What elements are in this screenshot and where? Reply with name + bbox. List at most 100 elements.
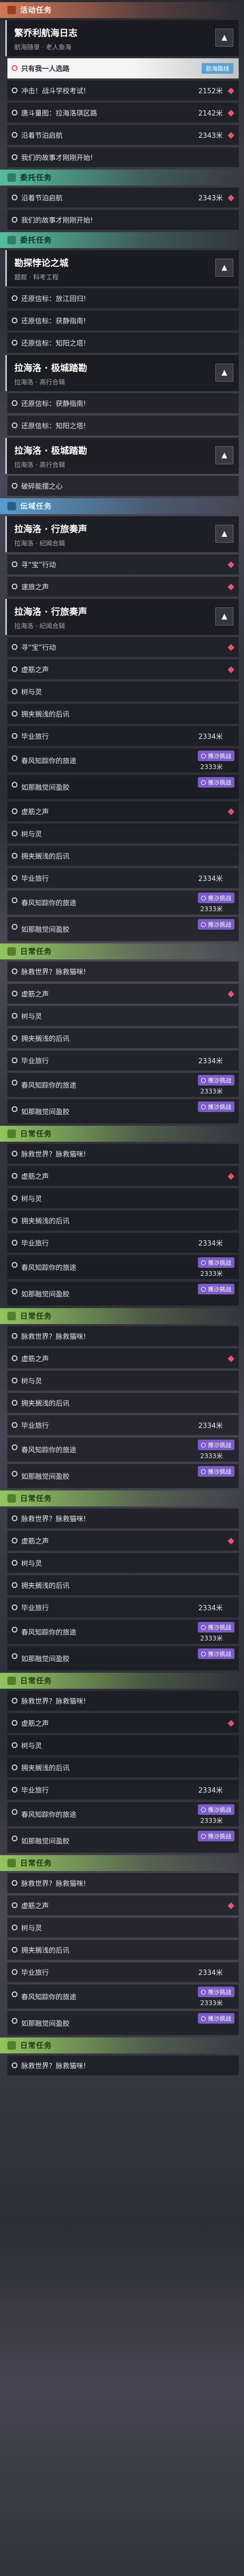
quest-objective-row[interactable]: 虚筋之声	[7, 984, 239, 1004]
quest-chain-header[interactable]: 繁乔利航海日志 航海随录 · 老人鱼海 ▲	[5, 20, 239, 56]
quest-chain-header[interactable]: 拉海洛 · 行旅奏声 拉海洛 · 纪闻合辑 ▲	[5, 599, 239, 635]
quest-objective-row[interactable]: 拥夹搁浅的后讯	[7, 704, 239, 724]
quest-objective-row[interactable]: 毕业旅行 2334米	[7, 868, 239, 888]
quest-objective-row[interactable]: 拥夹搁浅的后讯	[7, 1575, 239, 1595]
challenge-badge[interactable]: 推沙挑战	[198, 1622, 234, 1633]
navigate-badge[interactable]: 航海路线	[202, 63, 233, 74]
quest-objective-row[interactable]: 寻“宝”行动	[7, 554, 239, 575]
challenge-badge[interactable]: 推沙挑战	[198, 1075, 234, 1086]
quest-objective-row[interactable]: 拥夹搁浅的后讯	[7, 1393, 239, 1413]
quest-objective-row[interactable]: 春风知踪你的旅途 推沙挑战 2333米	[7, 1073, 239, 1097]
collapse-toggle-button[interactable]: ▲	[215, 29, 233, 47]
quest-objective-row[interactable]: 春风知踪你的旅途 推沙挑战 2333米	[7, 1802, 239, 1827]
map-marker-icon[interactable]	[228, 195, 234, 201]
quest-objective-row[interactable]: 速旅之声	[7, 577, 239, 597]
quest-objective-row[interactable]: 毕业旅行 2334米	[7, 1051, 239, 1071]
section-header-daily[interactable]: 日常任务	[0, 1308, 244, 1324]
quest-objective-row[interactable]: 如那融觉间盈胶 推沙挑战	[7, 1646, 239, 1671]
quest-objective-row[interactable]: 唐斗量图：拉海洛琪区路 2142米	[7, 103, 239, 123]
quest-objective-row[interactable]: 春风知踪你的旅途 推沙挑战 2333米	[7, 748, 239, 773]
challenge-badge[interactable]: 推沙挑战	[198, 751, 234, 761]
quest-objective-row[interactable]: 还原信标：知阳之塔!	[7, 333, 239, 353]
quest-objective-row[interactable]: 脉救世界？脉救猫咪!	[7, 1144, 239, 1164]
quest-objective-row[interactable]: 还原信标：获静指南!	[7, 311, 239, 331]
section-header-daily[interactable]: 日常任务	[0, 943, 244, 959]
section-header-daily[interactable]: 日常任务	[0, 1673, 244, 1689]
section-header-daily[interactable]: 日常任务	[0, 1855, 244, 1871]
quest-objective-row[interactable]: 脉救世界？脉救猫咪!	[7, 961, 239, 982]
quest-objective-row[interactable]: 沿着节泊启航 2343米	[7, 188, 239, 208]
quest-objective-row[interactable]: 毕业旅行 2334米	[7, 1233, 239, 1253]
collapse-toggle-button[interactable]: ▲	[215, 607, 233, 625]
quest-objective-row[interactable]: 树与灵	[7, 1735, 239, 1755]
collapse-toggle-button[interactable]: ▲	[215, 259, 233, 277]
quest-objective-row[interactable]: 拥夹搁浅的后讯	[7, 1940, 239, 1960]
quest-objective-row[interactable]: 春风知踪你的旅途 推沙挑战 2333米	[7, 1255, 239, 1280]
section-header-invite[interactable]: 伝域任务	[0, 498, 244, 514]
quest-objective-row[interactable]: 脉救世界？脉救猫咪!	[7, 2055, 239, 2076]
challenge-badge[interactable]: 推沙挑战	[198, 1466, 234, 1477]
section-header-comm[interactable]: 委托任务	[0, 170, 244, 186]
quest-objective-row[interactable]: 如那融觉间盈胶 推沙挑战	[7, 1464, 239, 1488]
quest-objective-row[interactable]: 虚筋之声	[7, 659, 239, 680]
challenge-badge[interactable]: 推沙挑战	[198, 777, 234, 788]
challenge-badge[interactable]: 推沙挑战	[198, 1257, 234, 1268]
quest-objective-row[interactable]: 只有我一人选路 航海路线	[7, 58, 239, 78]
quest-objective-row[interactable]: 春风知踪你的旅途 推沙挑战 2333米	[7, 1984, 239, 2009]
collapse-toggle-button[interactable]: ▲	[215, 446, 233, 464]
map-marker-icon[interactable]	[228, 132, 234, 139]
quest-objective-row[interactable]: 破碎能摆之心	[7, 476, 239, 496]
quest-objective-row[interactable]: 虚筋之声	[7, 1166, 239, 1186]
quest-objective-row[interactable]: 还原信标：放江回归!	[7, 288, 239, 308]
quest-objective-row[interactable]: 毕业旅行 2334米	[7, 1780, 239, 1800]
quest-objective-row[interactable]: 如那融觉间盈胶 推沙挑战	[7, 1282, 239, 1306]
collapse-toggle-button[interactable]: ▲	[215, 525, 233, 543]
quest-chain-header[interactable]: 拉海洛 · 极城踏勘 拉海洛 · 高行合辑 ▲	[5, 438, 239, 474]
quest-objective-row[interactable]: 毕业旅行 2334米	[7, 1415, 239, 1435]
challenge-badge[interactable]: 推沙挑战	[198, 1101, 234, 1112]
quest-objective-row[interactable]: 如那融觉间盈胶 推沙挑战	[7, 1829, 239, 1853]
section-header-daily[interactable]: 日常任务	[0, 1126, 244, 1142]
section-header-daily[interactable]: 日常任务	[0, 2037, 244, 2053]
quest-objective-row[interactable]: 树与灵	[7, 682, 239, 702]
quest-chain-header[interactable]: 拉海洛 · 行旅奏声 拉海洛 · 纪闻合辑 ▲	[5, 516, 239, 552]
quest-objective-row[interactable]: 拥夹搁浅的后讯	[7, 846, 239, 866]
quest-objective-row[interactable]: 拥夹搁浅的后讯	[7, 1758, 239, 1778]
quest-chain-header[interactable]: 拉海洛 · 极城踏勘 拉海洛 · 高行合辑 ▲	[5, 355, 239, 391]
quest-objective-row[interactable]: 春风知踪你的旅途 推沙挑战 2333米	[7, 1437, 239, 1462]
quest-objective-row[interactable]: 拥夹搁浅的后讯	[7, 1211, 239, 1231]
quest-objective-row[interactable]: 毕业旅行 2334米	[7, 1598, 239, 1618]
quest-objective-row[interactable]: 脉救世界？脉救猫咪!	[7, 1691, 239, 1711]
challenge-badge[interactable]: 推沙挑战	[198, 1284, 234, 1294]
quest-objective-row[interactable]: 如那融觉间盈胶 推沙挑战	[7, 775, 239, 799]
section-header-comm[interactable]: 委托任务	[0, 232, 244, 248]
collapse-toggle-button[interactable]: ▲	[215, 364, 233, 382]
challenge-badge[interactable]: 推沙挑战	[198, 919, 234, 930]
challenge-badge[interactable]: 推沙挑战	[198, 1648, 234, 1659]
quest-objective-row[interactable]: 春风知踪你的旅途 推沙挑战 2333米	[7, 890, 239, 915]
quest-objective-row[interactable]: 我们的故事才刚刚开始!	[7, 147, 239, 167]
quest-objective-row[interactable]: 树与灵	[7, 1006, 239, 1026]
quest-objective-row[interactable]: 脉救世界？脉救猫咪!	[7, 1873, 239, 1893]
quest-objective-row[interactable]: 寻“宝”行动	[7, 637, 239, 657]
quest-objective-row[interactable]: 树与灵	[7, 824, 239, 844]
quest-objective-row[interactable]: 虚筋之声	[7, 1531, 239, 1551]
map-marker-icon[interactable]	[228, 87, 234, 94]
quest-objective-row[interactable]: 虚筋之声	[7, 1895, 239, 1916]
challenge-badge[interactable]: 推沙挑战	[198, 1440, 234, 1450]
quest-objective-row[interactable]: 脉救世界？脉救猫咪!	[7, 1508, 239, 1529]
quest-objective-row[interactable]: 如那融觉间盈胶 推沙挑战	[7, 2011, 239, 2035]
quest-objective-row[interactable]: 我们的故事才刚刚开始!	[7, 210, 239, 230]
quest-objective-row[interactable]: 虚筋之声	[7, 801, 239, 822]
quest-objective-row[interactable]: 虚筋之声	[7, 1348, 239, 1369]
challenge-badge[interactable]: 推沙挑战	[198, 893, 234, 903]
quest-objective-row[interactable]: 脉救世界？脉救猫咪!	[7, 1326, 239, 1346]
quest-objective-row[interactable]: 树与灵	[7, 1188, 239, 1208]
challenge-badge[interactable]: 推沙挑战	[198, 1831, 234, 1841]
section-header-daily[interactable]: 日常任务	[0, 1490, 244, 1506]
quest-objective-row[interactable]: 毕业旅行 2334米	[7, 726, 239, 746]
quest-objective-row[interactable]: 还原信标：获静指南!	[7, 393, 239, 413]
quest-objective-row[interactable]: 毕业旅行 2334米	[7, 1962, 239, 1982]
quest-objective-row[interactable]: 树与灵	[7, 1553, 239, 1573]
challenge-badge[interactable]: 推沙挑战	[198, 1804, 234, 1815]
